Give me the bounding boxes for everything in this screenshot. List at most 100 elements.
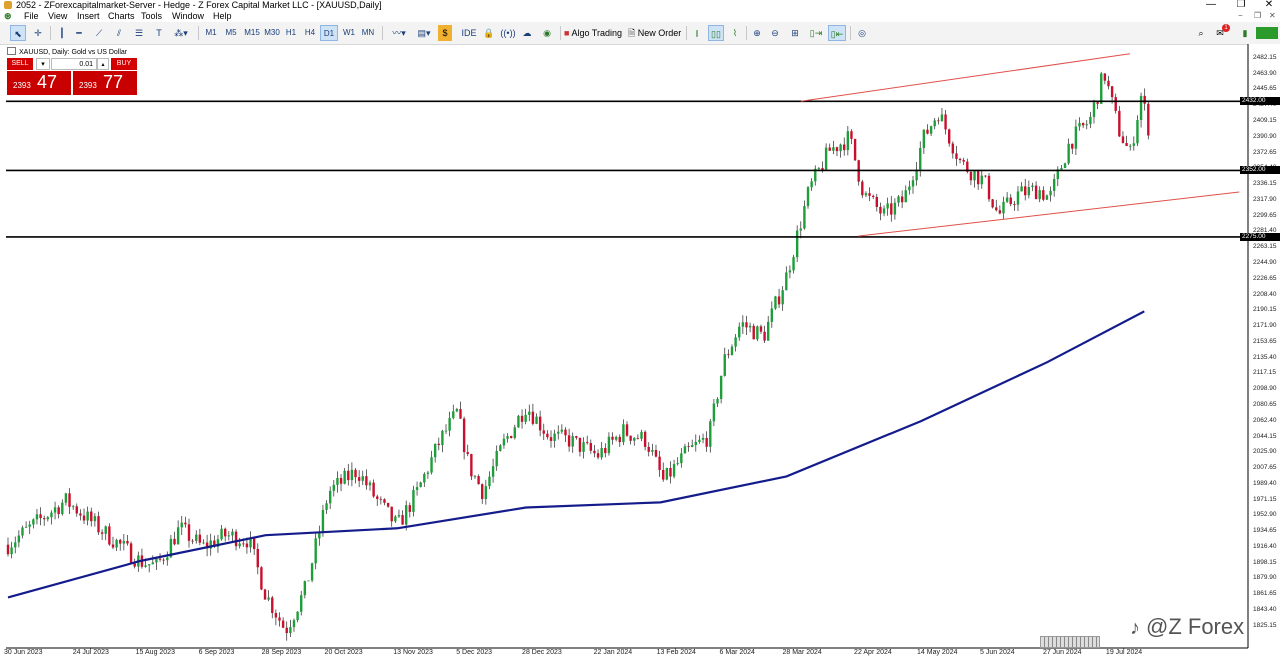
menu-help[interactable]: Help: [213, 10, 232, 22]
buy-button[interactable]: BUY: [111, 58, 137, 70]
price-chart[interactable]: [0, 44, 1280, 666]
bear-candle: [705, 437, 708, 447]
bear-candle: [466, 452, 469, 455]
lot-size-input[interactable]: 0.01: [51, 58, 97, 70]
templates-dropdown-icon[interactable]: ▤▾: [413, 25, 435, 41]
tf-d1-button[interactable]: D1: [320, 25, 338, 41]
bull-candle: [506, 436, 509, 439]
bull-candle: [227, 535, 231, 537]
bear-candle: [372, 482, 375, 497]
menu-file[interactable]: File: [24, 10, 39, 22]
signal-icon[interactable]: ((•)): [500, 25, 516, 41]
algo-trading-button[interactable]: ■ Algo Trading: [564, 25, 624, 41]
menu-window[interactable]: Window: [172, 10, 204, 22]
bull-candle: [491, 466, 495, 477]
tf-h1-button[interactable]: H1: [283, 25, 299, 41]
vertical-line-icon[interactable]: ┃: [55, 25, 69, 41]
bull-candle: [694, 442, 697, 446]
channel-trendline: [858, 191, 1240, 237]
tf-m30-button[interactable]: M30: [262, 25, 282, 41]
fibonacci-icon[interactable]: ☰: [132, 25, 146, 41]
bull-candle: [419, 482, 422, 488]
close-window-button[interactable]: ✕: [1259, 0, 1279, 10]
tf-mn-button[interactable]: MN: [359, 25, 377, 41]
bar-chart-icon[interactable]: ⫾: [690, 25, 704, 41]
mdi-restore-button[interactable]: ❐: [1254, 10, 1261, 22]
menu-tools[interactable]: Tools: [141, 10, 162, 22]
bull-candle: [1016, 191, 1020, 205]
grid-icon[interactable]: ⊞: [788, 25, 802, 41]
bull-candle: [748, 325, 752, 328]
bull-candle: [1078, 123, 1081, 127]
tf-h4-button[interactable]: H4: [302, 25, 318, 41]
bull-candle: [307, 580, 310, 582]
tf-m1-button[interactable]: M1: [203, 25, 219, 41]
y-tick-label: 2390.90: [1253, 132, 1277, 140]
zoom-in-icon[interactable]: ⊕: [750, 25, 764, 41]
bull-candle: [93, 516, 97, 522]
lot-up-button[interactable]: ▴: [97, 58, 109, 70]
menu-insert[interactable]: Insert: [77, 10, 100, 22]
screenshot-icon[interactable]: ◎: [855, 25, 869, 41]
line-chart-icon[interactable]: ⌇: [728, 25, 742, 41]
bear-candle: [1034, 185, 1038, 200]
separator: [198, 26, 199, 40]
sell-price-big: 47: [37, 72, 58, 92]
cloud-icon[interactable]: ☁: [520, 25, 534, 41]
candles-icon[interactable]: ▯▯: [708, 25, 724, 41]
sell-price-box[interactable]: 2393 47: [7, 71, 71, 95]
bear-candle: [1121, 136, 1125, 143]
bull-candle: [1074, 126, 1078, 149]
ide-button[interactable]: IDE: [460, 25, 478, 41]
bull-candle: [202, 542, 205, 544]
tf-m15-button[interactable]: M15: [242, 25, 262, 41]
lot-dropdown-button[interactable]: ▾: [36, 58, 50, 70]
separator: [850, 26, 851, 40]
new-order-button[interactable]: 🗎 New Order: [628, 25, 682, 41]
menu-view[interactable]: View: [48, 10, 67, 22]
bear-candle: [575, 436, 578, 438]
bear-candle: [976, 170, 980, 185]
chart-area[interactable]: [0, 44, 1280, 666]
lock-icon[interactable]: 🔒: [482, 25, 496, 41]
autoscroll-icon[interactable]: ▯⇥: [808, 25, 824, 41]
maximize-button[interactable]: ❐: [1231, 0, 1251, 10]
horizontal-line-icon[interactable]: ━: [72, 25, 86, 41]
y-tick-label: 2171.90: [1253, 322, 1277, 330]
bull-candle: [785, 272, 788, 291]
crosshair-icon[interactable]: ✛: [30, 25, 46, 41]
bull-candle: [325, 503, 328, 511]
text-tool-icon[interactable]: T: [152, 25, 166, 41]
mdi-minimize-button[interactable]: −: [1238, 10, 1243, 22]
bear-candle: [531, 411, 535, 424]
trendline-icon[interactable]: ⟋: [92, 25, 106, 41]
market-icon[interactable]: ◉: [540, 25, 554, 41]
bull-candle: [249, 538, 252, 548]
x-tick-label: 5 Dec 2023: [456, 649, 493, 656]
indicators-icon[interactable]: $: [438, 25, 452, 41]
search-icon[interactable]: ⌕: [1194, 25, 1208, 41]
mdi-close-button[interactable]: ✕: [1269, 10, 1276, 22]
bull-candle: [310, 563, 314, 581]
bull-candle: [499, 445, 502, 451]
chart-shift-icon[interactable]: ▯⇤: [828, 25, 846, 41]
bull-candle: [709, 421, 712, 447]
bull-candle: [904, 190, 907, 203]
y-tick-label: 2062.40: [1253, 416, 1277, 424]
bear-candle: [184, 522, 187, 525]
bull-candle: [448, 417, 451, 431]
chart-type-dropdown-icon[interactable]: 〰▾: [388, 25, 410, 41]
y-tick-label: 2244.90: [1253, 258, 1277, 266]
sell-button[interactable]: SELL: [7, 58, 33, 70]
channel-tool-icon[interactable]: ⫽: [112, 25, 126, 41]
shapes-dropdown-icon[interactable]: ⁂▾: [170, 25, 192, 41]
cursor-tool-icon[interactable]: ⬉: [10, 25, 26, 41]
buy-price-box[interactable]: 2393 77: [73, 71, 137, 95]
tf-w1-button[interactable]: W1: [341, 25, 357, 41]
minimize-button[interactable]: —: [1201, 0, 1221, 10]
tf-m5-button[interactable]: M5: [223, 25, 239, 41]
menu-charts[interactable]: Charts: [108, 10, 135, 22]
scale-strip[interactable]: [1040, 636, 1100, 648]
mt-logo-icon: ⊛: [4, 11, 12, 21]
zoom-out-icon[interactable]: ⊖: [768, 25, 782, 41]
